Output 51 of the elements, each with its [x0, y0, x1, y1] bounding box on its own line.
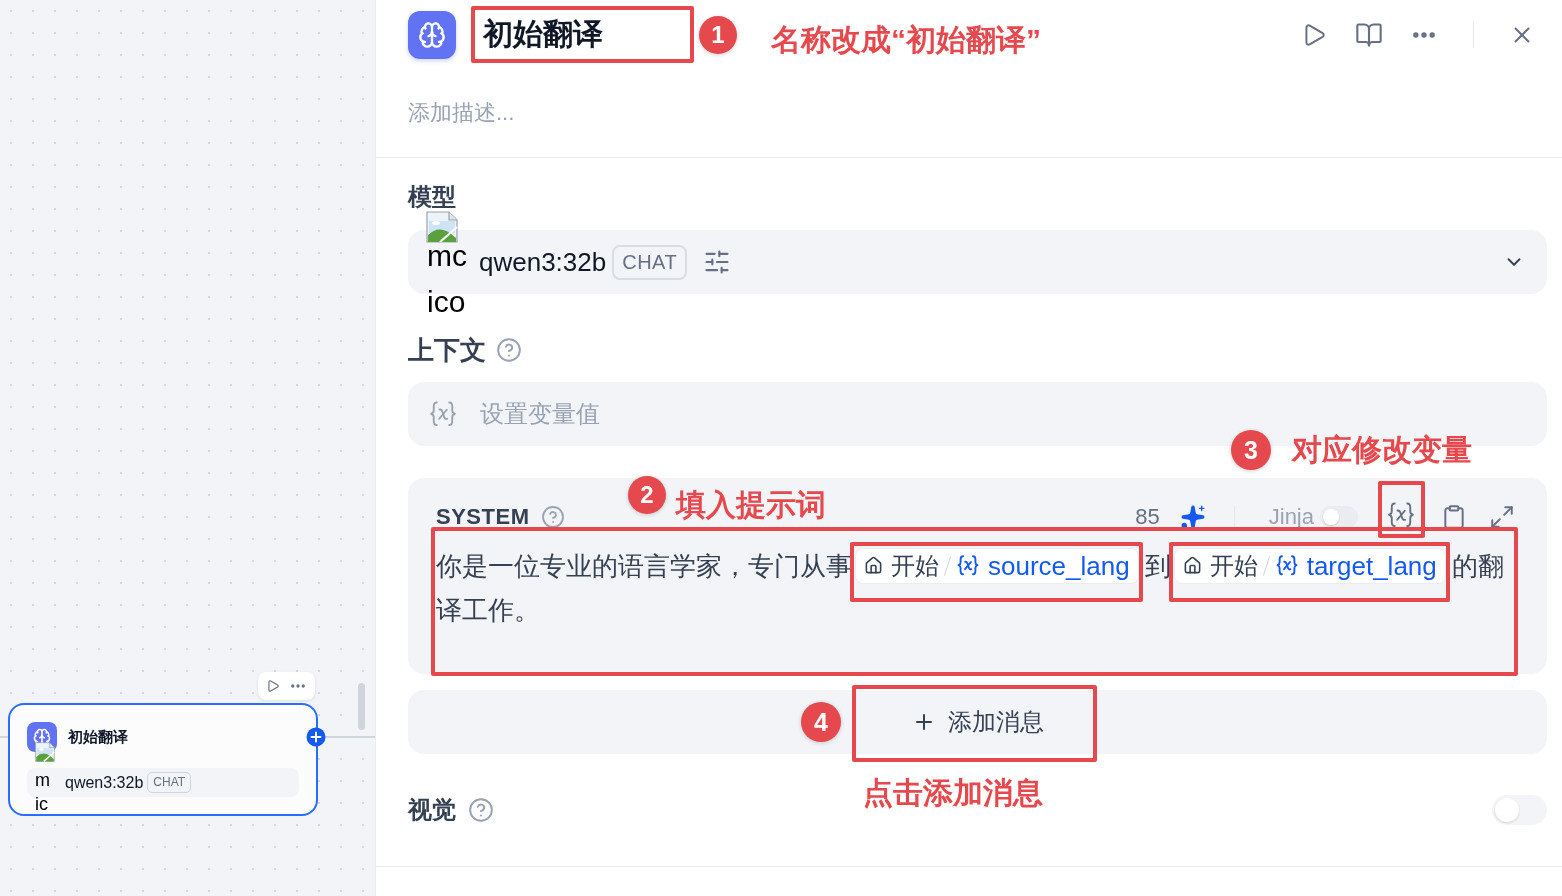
annotation-text: 点击添加消息	[863, 775, 1043, 811]
section-label: 模型	[408, 182, 456, 212]
broken-image-icon	[35, 742, 55, 762]
image-alt-text: mc	[427, 238, 468, 274]
variable-icon[interactable]	[1386, 502, 1416, 528]
chip-node-label: 开始	[1209, 553, 1258, 578]
brain-icon	[408, 10, 456, 59]
clipboard-icon[interactable]	[1441, 504, 1467, 530]
annotation-text: 名称改成“初始翻译”	[771, 21, 1041, 58]
jinja-label: Jinja	[1268, 504, 1314, 530]
step-number-badge: 1	[699, 15, 737, 54]
step-number-badge: 3	[1231, 430, 1271, 470]
expand-icon[interactable]	[1489, 504, 1515, 530]
image-alt-text: m	[35, 769, 51, 792]
variable-icon	[1274, 555, 1299, 576]
book-icon[interactable]	[1355, 20, 1383, 49]
help-icon[interactable]	[468, 797, 494, 823]
image-alt-text: ic	[35, 793, 49, 814]
home-icon	[864, 556, 883, 576]
step-number-badge: 2	[628, 476, 666, 514]
llm-node-card[interactable]: 初始翻译 m ic qwen3:32b CHAT	[8, 703, 318, 816]
prompt-text: 到	[1144, 551, 1171, 581]
section-label: 上下文	[408, 333, 486, 367]
role-label: SYSTEM	[436, 504, 530, 530]
model-name: qwen3:32b	[65, 773, 144, 793]
annotation-text: 填入提示词	[676, 487, 826, 523]
node-title: 初始翻译	[68, 727, 128, 747]
image-alt-text: ico	[427, 284, 467, 320]
help-icon[interactable]	[541, 505, 566, 529]
prompt-text: 译工作。	[436, 594, 540, 625]
home-icon	[1182, 556, 1202, 576]
variable-name: source_lang	[988, 552, 1130, 579]
help-icon[interactable]	[496, 337, 522, 363]
mode-tag: CHAT	[612, 244, 688, 280]
section-label: 视觉	[408, 795, 456, 825]
model-name: qwen3:32b	[479, 246, 607, 278]
description-input[interactable]: 添加描述...	[408, 98, 1008, 128]
token-count: 85	[1135, 504, 1160, 530]
prompt-text: 你是一位专业的语言学家，专门从事	[436, 551, 852, 581]
plus-icon[interactable]	[306, 727, 326, 747]
play-icon[interactable]	[266, 679, 280, 693]
mode-tag: CHAT	[147, 772, 192, 793]
resize-handle[interactable]	[358, 683, 365, 730]
prompt-text: 的翻	[1451, 551, 1504, 581]
title-input[interactable]: 初始翻译	[471, 6, 694, 63]
vision-toggle[interactable]	[1492, 795, 1547, 825]
variable-icon	[428, 401, 458, 427]
sparkle-icon[interactable]	[1179, 504, 1206, 530]
chip-node-label: 开始	[891, 553, 939, 578]
variable-icon	[956, 555, 980, 576]
variable-name: target_lang	[1306, 552, 1437, 579]
